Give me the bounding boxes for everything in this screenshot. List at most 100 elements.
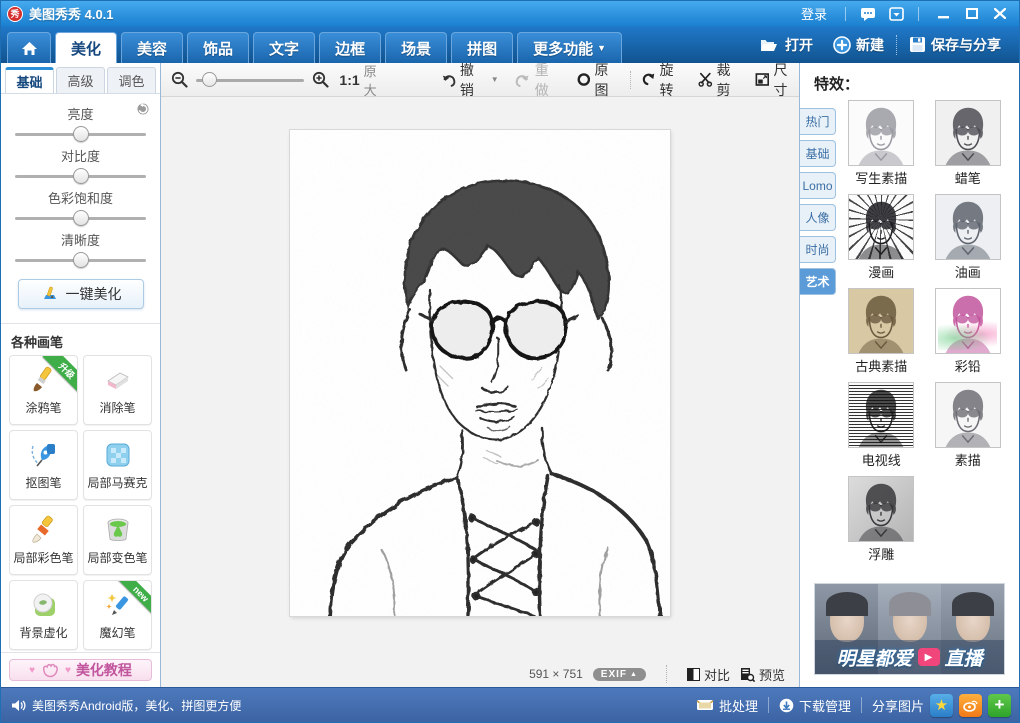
- one-key-label: 一键美化: [66, 284, 122, 304]
- effect-comic[interactable]: 漫画: [848, 194, 914, 281]
- ad-banner[interactable]: 明星都爱 ▶ 直播: [814, 583, 1005, 675]
- window-title: 美图秀秀 4.0.1: [29, 4, 114, 23]
- weibo-icon[interactable]: [959, 694, 982, 717]
- new-button[interactable]: 新建: [825, 26, 892, 63]
- open-button[interactable]: 打开: [752, 26, 821, 63]
- exif-button[interactable]: EXIF ▲: [593, 668, 646, 681]
- clarity-label: 清晰度: [15, 230, 146, 249]
- effect-sketch-drawing[interactable]: 写生素描: [848, 100, 914, 187]
- close-button[interactable]: [989, 5, 1011, 23]
- original-image-button[interactable]: 原图: [577, 60, 620, 100]
- effect-emboss[interactable]: 浮雕: [848, 476, 914, 563]
- home-tab[interactable]: [7, 32, 51, 63]
- tab-tone[interactable]: 调色: [107, 67, 156, 93]
- tab-advanced[interactable]: 高级: [56, 67, 105, 93]
- tab-label: 基础: [16, 72, 42, 91]
- qzone-icon[interactable]: ★: [930, 694, 953, 717]
- contrast-slider[interactable]: [15, 167, 146, 185]
- resize-button[interactable]: 尺寸: [755, 60, 799, 100]
- minimize-button[interactable]: [933, 5, 955, 23]
- cutout-pen-button[interactable]: 抠图笔: [9, 430, 78, 500]
- saturation-slider[interactable]: [15, 209, 146, 227]
- category-hot[interactable]: 热门: [800, 108, 836, 135]
- effect-crayon[interactable]: 蜡笔: [935, 100, 1001, 187]
- resize-icon: [755, 72, 770, 87]
- effect-tv-lines[interactable]: 电视线: [848, 382, 914, 469]
- preview-button[interactable]: 预览: [740, 665, 785, 684]
- rotate-button[interactable]: 旋转: [641, 60, 685, 100]
- mosaic-button[interactable]: 局部马赛克: [83, 430, 152, 500]
- tab-label: 美化: [71, 38, 101, 59]
- heart-icon: ♥: [65, 665, 71, 676]
- beautify-tutorial-button[interactable]: ♥ ♥ 美化教程: [9, 659, 152, 681]
- ad-text-right: 直播: [945, 644, 983, 671]
- save-share-button[interactable]: 保存与分享: [901, 26, 1009, 63]
- brightness-slider[interactable]: [15, 125, 146, 143]
- zoom-in-icon[interactable]: [312, 71, 329, 88]
- compare-label: 对比: [704, 665, 730, 684]
- category-lomo[interactable]: Lomo: [800, 172, 836, 199]
- share-images-button[interactable]: 分享图片: [872, 696, 924, 715]
- divider: [896, 35, 897, 55]
- one-key-beautify-button[interactable]: 一键美化: [18, 279, 144, 309]
- divider: [666, 665, 667, 683]
- brush-label: 抠图笔: [25, 474, 61, 491]
- local-color-pen-button[interactable]: 局部彩色笔: [9, 505, 78, 575]
- maximize-button[interactable]: [961, 5, 983, 23]
- login-link[interactable]: 登录: [801, 4, 827, 23]
- effect-colored-pencil[interactable]: 彩铅: [935, 288, 1001, 375]
- slider-handle[interactable]: [73, 168, 89, 184]
- tray-popup-icon[interactable]: [887, 6, 905, 22]
- saturation-label: 色彩饱和度: [15, 188, 146, 207]
- clarity-slider[interactable]: [15, 251, 146, 269]
- effect-pencil-sketch[interactable]: 素描: [935, 382, 1001, 469]
- tab-scene[interactable]: 场景: [385, 32, 447, 63]
- promo-ticker[interactable]: 美图秀秀Android版，美化、拼图更方便: [11, 697, 241, 714]
- zoom-ratio[interactable]: 1:1: [339, 72, 359, 88]
- zoom-out-icon[interactable]: [171, 71, 188, 88]
- category-art[interactable]: 艺术: [800, 268, 836, 295]
- batch-process-button[interactable]: 批处理: [696, 696, 758, 715]
- center-panel: 1:1 原大 撤销 ▼ 重做 原图: [161, 63, 799, 687]
- zoom-slider[interactable]: [196, 72, 304, 88]
- tab-beautify[interactable]: 美化: [55, 32, 117, 63]
- effect-classic-sketch[interactable]: 古典素描: [848, 288, 914, 375]
- category-fashion[interactable]: 时尚: [800, 236, 836, 263]
- tab-beauty[interactable]: 美容: [121, 32, 183, 63]
- more-apps-icon[interactable]: +: [988, 694, 1011, 717]
- divider: [918, 7, 919, 21]
- chevron-down-icon[interactable]: ▼: [491, 75, 499, 84]
- download-manager-button[interactable]: 下载管理: [779, 696, 851, 715]
- compare-button[interactable]: 对比: [687, 665, 730, 684]
- redo-button[interactable]: 重做: [515, 60, 560, 100]
- tab-frame[interactable]: 边框: [319, 32, 381, 63]
- open-label: 打开: [785, 35, 813, 55]
- brush-label: 局部变色笔: [87, 549, 147, 566]
- exif-label: EXIF: [601, 669, 627, 680]
- effect-label: 漫画: [868, 262, 894, 281]
- magic-pen-button[interactable]: 魔幻笔 new: [83, 580, 152, 650]
- reset-icon[interactable]: [136, 102, 150, 119]
- category-basic[interactable]: 基础: [800, 140, 836, 167]
- tab-more-features[interactable]: 更多功能 ▼: [517, 32, 622, 63]
- category-label: 艺术: [805, 273, 829, 290]
- eraser-pen-button[interactable]: 消除笔: [83, 355, 152, 425]
- feedback-chat-icon[interactable]: [859, 6, 877, 22]
- tab-collage[interactable]: 拼图: [451, 32, 513, 63]
- tab-accessories[interactable]: 饰品: [187, 32, 249, 63]
- paint-bucket-icon: [103, 515, 133, 545]
- zoom-slider-handle[interactable]: [202, 72, 217, 87]
- edited-image[interactable]: [290, 130, 670, 616]
- slider-handle[interactable]: [73, 210, 89, 226]
- tab-basic[interactable]: 基础: [5, 67, 54, 93]
- effect-oil-painting[interactable]: 油画: [935, 194, 1001, 281]
- tab-text[interactable]: 文字: [253, 32, 315, 63]
- recolor-pen-button[interactable]: 局部变色笔: [83, 505, 152, 575]
- crop-button[interactable]: 裁剪: [698, 60, 742, 100]
- background-blur-button[interactable]: 背景虚化: [9, 580, 78, 650]
- doodle-pen-button[interactable]: 涂鸦笔 升级: [9, 355, 78, 425]
- slider-handle[interactable]: [73, 126, 89, 142]
- undo-button[interactable]: 撤销 ▼: [441, 60, 499, 100]
- slider-handle[interactable]: [73, 252, 89, 268]
- category-portrait[interactable]: 人像: [800, 204, 836, 231]
